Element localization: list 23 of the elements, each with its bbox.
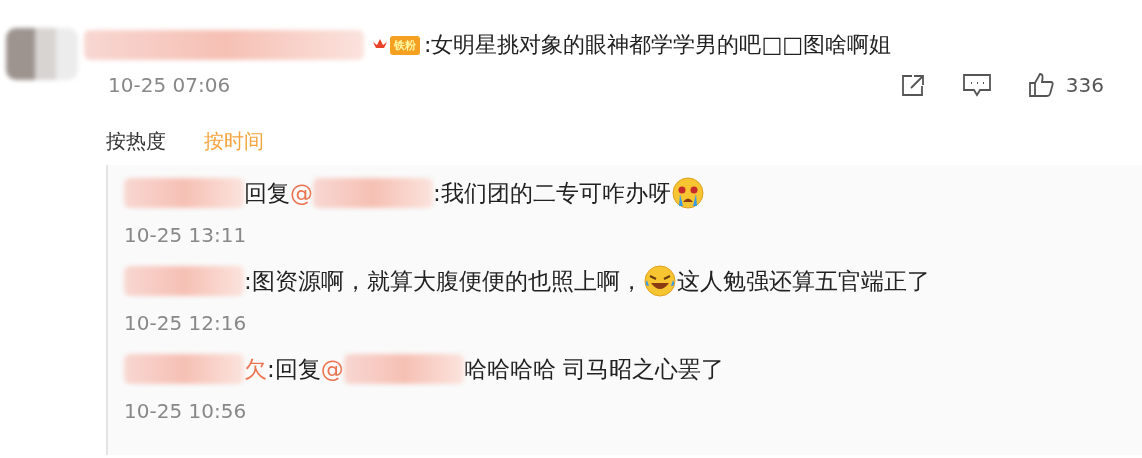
comment-icon[interactable]	[961, 73, 992, 97]
reply-time: 10-25 10:56	[124, 399, 248, 423]
share-icon[interactable]	[899, 73, 926, 97]
username-text[interactable]: @	[290, 180, 313, 206]
username-text[interactable]: 欠	[244, 353, 267, 385]
crying-face-icon	[670, 176, 705, 210]
reply-text: :图资源啊，就算大腹便便的也照上啊，	[244, 266, 643, 296]
reply-text: 回复	[244, 178, 290, 208]
laughing-face-icon	[642, 264, 677, 298]
sort-tab[interactable]: 按时间	[204, 128, 264, 155]
reply-text: :我们团的二专可咋办呀	[433, 178, 671, 208]
comment-time: 10-25 07:06	[108, 73, 231, 97]
reply-text: 哈哈哈哈 司马昭之心罢了	[463, 354, 725, 384]
reply-time: 10-25 13:11	[124, 223, 248, 247]
like-count: 336	[1065, 73, 1104, 97]
blurred-avatar	[6, 28, 78, 80]
reply-text: 这人勉强还算五官端正了	[676, 266, 930, 296]
comment-text: :女明星挑对象的眼神都学学男的吧□□图啥啊姐	[424, 31, 891, 59]
reply-text: :回复	[267, 354, 321, 384]
thumbs-up-icon[interactable]	[1027, 72, 1054, 98]
username-text[interactable]: @	[320, 356, 344, 382]
reply-time: 10-25 12:16	[124, 311, 248, 335]
sort-tab[interactable]: 按热度	[106, 128, 166, 155]
